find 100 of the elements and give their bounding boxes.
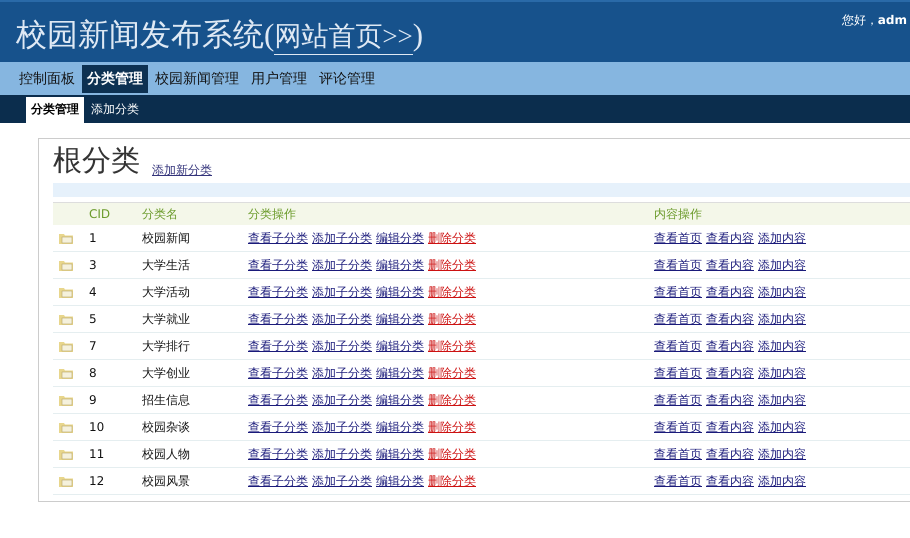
- subnav-tab[interactable]: 分类管理: [26, 97, 84, 123]
- action-link[interactable]: 添加子分类: [312, 312, 372, 326]
- action-link[interactable]: 查看子分类: [248, 366, 308, 380]
- delete-link[interactable]: 删除分类: [428, 446, 476, 460]
- add-category-link[interactable]: 添加新分类: [152, 162, 212, 179]
- content-link[interactable]: 查看内容: [706, 392, 754, 406]
- column-header: 内容操作: [654, 202, 910, 225]
- action-link[interactable]: 添加子分类: [312, 258, 372, 272]
- action-link[interactable]: 查看子分类: [248, 312, 308, 326]
- content-link[interactable]: 查看首页: [654, 258, 702, 272]
- name-cell: 校园风景: [142, 468, 248, 494]
- content-link[interactable]: 查看内容: [706, 366, 754, 380]
- delete-link[interactable]: 删除分类: [428, 284, 476, 298]
- action-link[interactable]: 查看子分类: [248, 474, 308, 488]
- content-link[interactable]: 查看首页: [654, 312, 702, 326]
- content-link[interactable]: 查看首页: [654, 284, 702, 298]
- action-link[interactable]: 添加子分类: [312, 366, 372, 380]
- name-cell: 校园新闻: [142, 225, 248, 252]
- action-link[interactable]: 查看子分类: [248, 446, 308, 460]
- action-link[interactable]: 添加子分类: [312, 474, 372, 488]
- delete-link[interactable]: 删除分类: [428, 312, 476, 326]
- action-link[interactable]: 编辑分类: [376, 446, 424, 460]
- action-link[interactable]: 编辑分类: [376, 284, 424, 298]
- column-header: 分类名: [142, 202, 248, 225]
- nav-tab[interactable]: 用户管理: [246, 64, 312, 92]
- content-link[interactable]: 查看内容: [706, 474, 754, 488]
- action-link[interactable]: 查看子分类: [248, 420, 308, 434]
- paren-open: (: [264, 17, 274, 53]
- cid-cell: 10: [89, 414, 142, 440]
- content-link[interactable]: 查看首页: [654, 366, 702, 380]
- nav-tab[interactable]: 控制面板: [14, 64, 80, 92]
- action-link[interactable]: 编辑分类: [376, 338, 424, 352]
- folder-icon: [59, 260, 74, 270]
- action-link[interactable]: 编辑分类: [376, 474, 424, 488]
- action-link[interactable]: 查看子分类: [248, 258, 308, 272]
- action-link[interactable]: 添加子分类: [312, 284, 372, 298]
- delete-link[interactable]: 删除分类: [428, 392, 476, 406]
- nav-tab[interactable]: 分类管理: [82, 64, 148, 92]
- folder-icon: [59, 476, 74, 486]
- content-link[interactable]: 查看内容: [706, 446, 754, 460]
- content-link[interactable]: 查看内容: [706, 338, 754, 352]
- content-link[interactable]: 添加内容: [758, 474, 806, 488]
- action-link[interactable]: 编辑分类: [376, 230, 424, 244]
- delete-link[interactable]: 删除分类: [428, 258, 476, 272]
- content-link[interactable]: 添加内容: [758, 366, 806, 380]
- column-header: 分类操作: [248, 202, 654, 225]
- content-link[interactable]: 查看首页: [654, 474, 702, 488]
- action-link[interactable]: 添加子分类: [312, 338, 372, 352]
- nav-tab[interactable]: 校园新闻管理: [150, 64, 244, 92]
- content-link[interactable]: 查看首页: [654, 230, 702, 244]
- content-link[interactable]: 查看首页: [654, 338, 702, 352]
- action-link[interactable]: 查看子分类: [248, 284, 308, 298]
- content-link[interactable]: 添加内容: [758, 230, 806, 244]
- content-link[interactable]: 查看内容: [706, 230, 754, 244]
- delete-link[interactable]: 删除分类: [428, 474, 476, 488]
- subnav-tab[interactable]: 添加分类: [86, 97, 144, 123]
- content-link[interactable]: 添加内容: [758, 420, 806, 434]
- content-link[interactable]: 添加内容: [758, 338, 806, 352]
- action-link[interactable]: 编辑分类: [376, 392, 424, 406]
- content-link[interactable]: 查看内容: [706, 312, 754, 326]
- content-link[interactable]: 添加内容: [758, 392, 806, 406]
- home-link[interactable]: 网站首页>>: [274, 18, 413, 55]
- name-cell: 大学排行: [142, 332, 248, 360]
- content-link[interactable]: 添加内容: [758, 446, 806, 460]
- content-link[interactable]: 添加内容: [758, 258, 806, 272]
- action-link[interactable]: 查看子分类: [248, 392, 308, 406]
- delete-link[interactable]: 删除分类: [428, 230, 476, 244]
- content-link[interactable]: 查看首页: [654, 446, 702, 460]
- delete-link[interactable]: 删除分类: [428, 338, 476, 352]
- name-cell: 大学创业: [142, 360, 248, 386]
- action-link[interactable]: 编辑分类: [376, 366, 424, 380]
- action-link[interactable]: 添加子分类: [312, 420, 372, 434]
- folder-icon: [59, 394, 74, 406]
- content-link[interactable]: 查看内容: [706, 258, 754, 272]
- content-link[interactable]: 查看内容: [706, 420, 754, 434]
- content-link[interactable]: 查看首页: [654, 392, 702, 406]
- delete-link[interactable]: 删除分类: [428, 420, 476, 434]
- nav-tab[interactable]: 评论管理: [314, 64, 380, 92]
- action-link[interactable]: 编辑分类: [376, 312, 424, 326]
- content-link[interactable]: 添加内容: [758, 284, 806, 298]
- cid-cell: 1: [89, 225, 142, 252]
- action-link[interactable]: 添加子分类: [312, 230, 372, 244]
- delete-link[interactable]: 删除分类: [428, 366, 476, 380]
- header-cell: [53, 202, 89, 225]
- action-link[interactable]: 编辑分类: [376, 420, 424, 434]
- action-link[interactable]: 查看子分类: [248, 230, 308, 244]
- greeting-text: 您好，adm: [842, 12, 907, 29]
- content-link[interactable]: 查看首页: [654, 420, 702, 434]
- action-link[interactable]: 添加子分类: [312, 392, 372, 406]
- folder-icon: [59, 232, 74, 244]
- action-link[interactable]: 查看子分类: [248, 338, 308, 352]
- content-link[interactable]: 查看内容: [706, 284, 754, 298]
- cid-cell: 12: [89, 468, 142, 494]
- name-cell: 招生信息: [142, 386, 248, 414]
- cid-cell: 11: [89, 440, 142, 468]
- content-link[interactable]: 添加内容: [758, 312, 806, 326]
- column-header: CID: [89, 202, 142, 225]
- panel-title: 根分类: [53, 142, 140, 179]
- action-link[interactable]: 添加子分类: [312, 446, 372, 460]
- action-link[interactable]: 编辑分类: [376, 258, 424, 272]
